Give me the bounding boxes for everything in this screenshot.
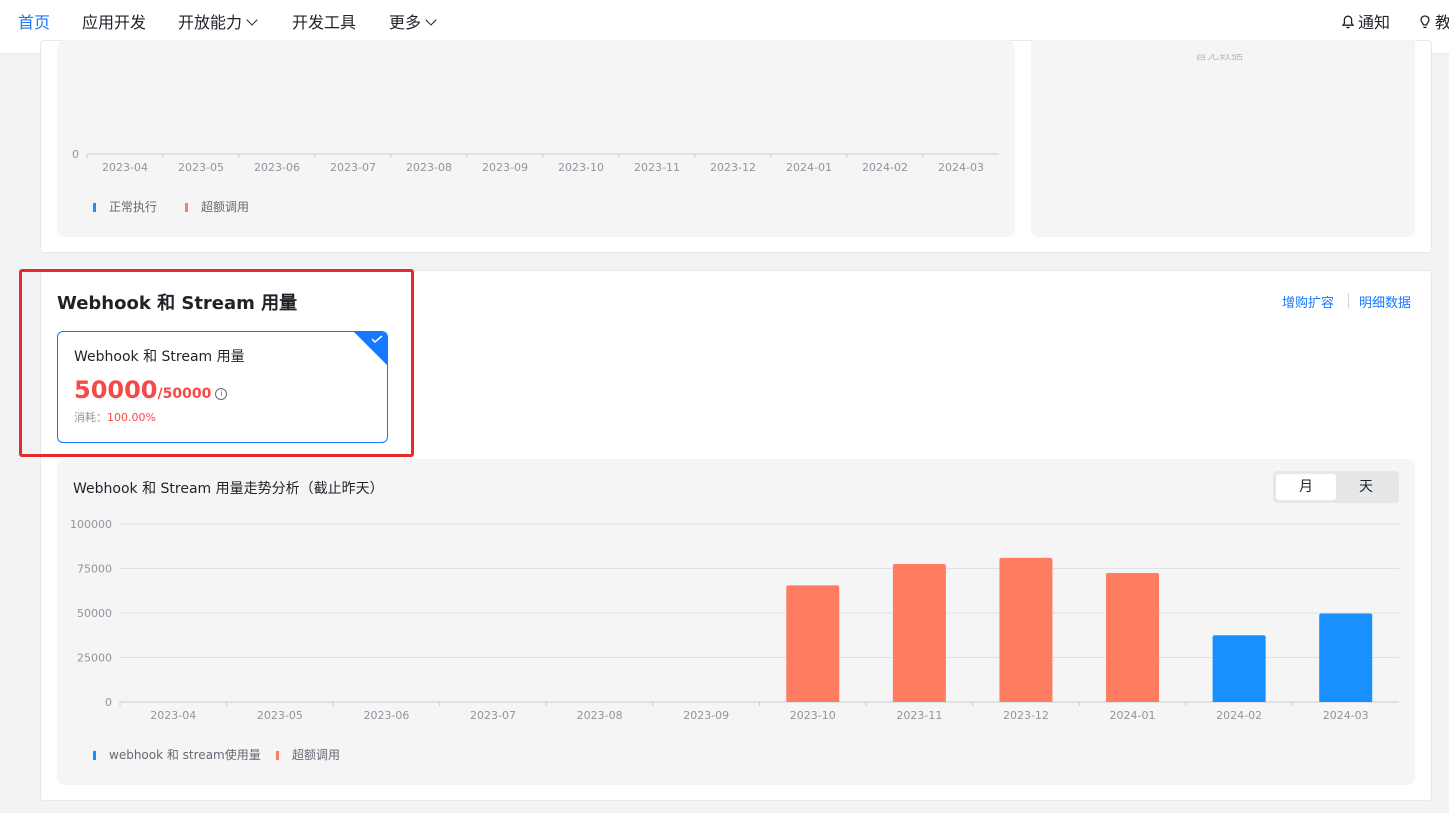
- side-stats-panel: [1031, 40, 1415, 237]
- x-tick-label: 2023-10: [558, 161, 604, 174]
- legend-swatch: [276, 751, 279, 760]
- legend-label: webhook 和 stream使用量: [109, 747, 261, 762]
- x-tick-label: 2023-11: [896, 709, 942, 722]
- nav-item-label: 应用开发: [82, 13, 147, 32]
- info-icon[interactable]: i: [215, 388, 228, 400]
- side-panel-cover: [1031, 40, 1415, 54]
- detail-data-link[interactable]: 明细数据: [1359, 292, 1411, 311]
- usage-quota-card[interactable]: Webhook 和 Stream 用量 50000/50000 i 消耗：100.…: [57, 331, 388, 443]
- chevron-down-icon: [246, 14, 258, 26]
- nav-item-app-dev[interactable]: 应用开发: [82, 12, 146, 34]
- x-tick-label: 2023-07: [330, 161, 376, 174]
- y-tick-label: 50000: [77, 607, 112, 620]
- tutorial-label: 教: [1435, 13, 1449, 32]
- y-tick-label: 25000: [77, 652, 112, 665]
- bar: [1212, 635, 1266, 702]
- x-tick-label: 2024-02: [862, 161, 908, 174]
- x-tick-label: 2023-11: [634, 161, 680, 174]
- y-tick-label: 100000: [70, 518, 112, 531]
- toggle-day-button[interactable]: 天: [1336, 474, 1396, 500]
- legend-swatch: [93, 751, 96, 760]
- nav-item-label: 开发工具: [292, 13, 357, 32]
- bar: [1106, 572, 1160, 702]
- legend-label: 超额调用: [201, 199, 249, 214]
- toggle-month-button[interactable]: 月: [1276, 474, 1336, 500]
- x-tick-label: 2023-06: [363, 709, 409, 722]
- y-tick-label: 0: [72, 148, 79, 161]
- usage-value: 50000/50000 i: [74, 376, 228, 404]
- usage-card-title: Webhook 和 Stream 用量: [74, 349, 245, 365]
- bar: [1319, 613, 1373, 702]
- x-tick-label: 2024-02: [1216, 709, 1262, 722]
- x-tick-label: 2024-01: [1110, 709, 1156, 722]
- y-tick-label: 75000: [77, 563, 112, 576]
- nav-item-home[interactable]: 首页: [18, 12, 50, 34]
- x-tick-label: 2023-08: [577, 709, 623, 722]
- execution-chart-panel: 0 2023-04 2023-05 2023-06 2023-07 2023-08 2023…: [57, 40, 1015, 237]
- notification-label: 通知: [1358, 13, 1391, 32]
- check-icon: [371, 335, 383, 343]
- legend-label: 正常执行: [109, 200, 157, 214]
- nav-item-label: 首页: [18, 13, 51, 32]
- x-tick-label: 2023-09: [683, 709, 729, 722]
- nav-item-label: 开放能力: [178, 13, 243, 32]
- notification-button[interactable]: 通知: [1342, 12, 1390, 34]
- y-tick-label: 0: [105, 696, 112, 709]
- consume-percent: 100.00%: [107, 411, 156, 424]
- x-tick-label: 2023-04: [150, 709, 196, 722]
- nav-item-more[interactable]: 更多: [389, 12, 437, 34]
- period-toggle: 月 天: [1273, 471, 1399, 503]
- x-tick-label: 2024-03: [938, 161, 984, 174]
- x-tick-label: 2023-05: [178, 161, 224, 174]
- x-tick-label: 2023-07: [470, 709, 516, 722]
- bell-icon: [1342, 15, 1354, 29]
- consume-line: 消耗：100.00%: [74, 409, 156, 425]
- trend-panel: 100000 75000 50000 25000 0 2023-04 2023-05 2023…: [57, 459, 1415, 785]
- x-tick-label: 2023-12: [710, 161, 756, 174]
- legend-swatch: [93, 203, 96, 212]
- execution-chart: 0 2023-04 2023-05 2023-06 2023-07 2023-08 2023…: [72, 148, 999, 214]
- usage-total: /50000: [157, 386, 212, 402]
- legend-swatch: [185, 203, 188, 212]
- buy-expand-link[interactable]: 增购扩容: [1282, 292, 1334, 311]
- trend-chart: 100000 75000 50000 25000 0 2023-04 2023-05 2023…: [70, 518, 1399, 762]
- bar: [999, 557, 1053, 702]
- section-title: Webhook 和 Stream 用量: [57, 293, 298, 314]
- trend-title: Webhook 和 Stream 用量走势分析（截止昨天）: [73, 481, 384, 497]
- link-divider: [1348, 293, 1349, 308]
- x-tick-label: 2023-09: [482, 161, 528, 174]
- x-tick-label: 2023-12: [1003, 709, 1049, 722]
- x-tick-label: 2023-05: [257, 709, 303, 722]
- consume-label: 消耗：: [74, 411, 107, 424]
- x-tick-label: 2023-04: [102, 161, 148, 174]
- bar: [892, 564, 946, 702]
- nav-item-tutorial[interactable]: 教: [1419, 12, 1449, 34]
- x-tick-label: 2024-03: [1323, 709, 1369, 722]
- usage-used: 50000: [74, 376, 158, 404]
- lightbulb-icon: [1420, 15, 1430, 29]
- nav-item-dev-tools[interactable]: 开发工具: [292, 12, 356, 34]
- x-tick-label: 2024-01: [786, 161, 832, 174]
- chevron-down-icon: [425, 14, 437, 26]
- x-tick-label: 2023-06: [254, 161, 300, 174]
- legend-label: 超额调用: [292, 747, 340, 762]
- nav-item-label: 更多: [389, 13, 422, 32]
- x-tick-label: 2023-08: [406, 161, 452, 174]
- bar: [786, 585, 840, 702]
- nav-item-open-capability[interactable]: 开放能力: [178, 12, 258, 34]
- x-tick-label: 2023-10: [790, 709, 836, 722]
